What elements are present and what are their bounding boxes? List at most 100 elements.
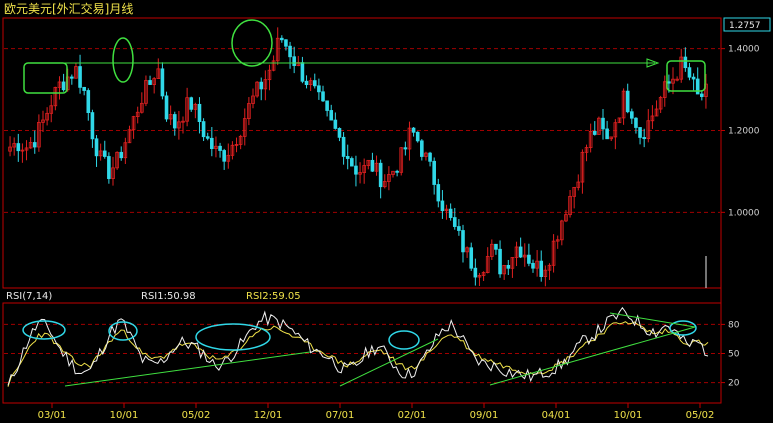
candle-body [82,86,86,91]
candle-body [415,131,420,142]
candle-body [498,248,502,275]
candle-body [642,137,646,140]
candle-body [78,66,82,88]
candle-body [329,110,334,121]
candle-body [539,260,544,277]
candle-body [634,117,638,128]
candle-body [345,156,350,159]
candle-body [432,160,436,185]
candle-body [428,152,432,162]
candle-body [333,119,338,129]
candle-body [354,165,358,175]
candle-body [325,100,329,111]
candle-body [683,56,688,69]
candle-body [337,128,342,138]
candle-body [205,136,210,139]
candle-body [218,145,222,151]
candle-body [527,254,531,264]
candle-body [172,114,177,129]
candle-body [436,184,441,202]
candle-body [321,91,325,102]
candle-body [473,267,478,278]
candle-body [494,243,498,250]
candle-body [94,138,99,157]
candle-body [370,159,375,172]
candle-body [469,247,474,269]
candle-body [304,80,309,86]
time-tick-label: 02/01 [398,410,427,421]
candle-body [317,85,321,93]
time-tick-label: 12/01 [254,410,283,421]
candle-body [440,200,445,212]
rsi1-value-label: RSI1:50.98 [141,291,196,302]
candle-body [457,226,461,231]
candle-body [160,68,165,97]
candle-body [86,90,91,113]
candle-body [605,128,609,140]
candle-body [411,127,416,133]
candle-body [90,112,95,140]
candle-body [210,137,214,150]
candle-body [288,45,292,58]
candle-body [378,162,383,188]
rsi-tick-label: 80 [728,320,740,330]
rsi2-value-label: RSI2:59.05 [246,291,301,302]
candle-body [687,67,692,78]
time-tick-label: 09/01 [470,410,499,421]
time-tick-label: 05/02 [182,410,211,421]
candle-body [395,170,399,173]
candle-body [601,117,605,130]
candle-body [119,151,124,159]
candle-body [284,39,288,47]
candle-body [32,142,37,148]
candle-body [700,93,704,97]
candle-body [691,76,696,80]
candle-body [201,121,206,138]
candle-body [592,130,597,135]
candle-body [164,95,169,120]
candle-body [280,37,284,41]
candle-body [630,111,634,119]
candle-body [452,217,457,227]
candle-body [531,262,535,269]
candle-body [16,143,21,152]
current-price-box: 1.2757 [723,17,771,32]
time-tick-label: 03/01 [38,410,67,421]
candle-body [638,127,642,138]
candle-body [222,150,226,162]
candle-body [312,80,317,87]
candle-body [350,158,354,167]
candle-body [506,264,511,269]
time-tick-label: 10/01 [614,410,643,421]
time-tick-label: 04/01 [542,410,571,421]
forex-chart: 欧元美元[外汇交易]月线 1.4000 1.2000 1.0000 1.2757 R… [0,0,773,423]
time-tick-label: 07/01 [326,410,355,421]
candle-body [518,246,523,258]
candle-body [70,76,74,79]
candle-body [61,81,66,91]
price-tick-label: 1.2000 [728,126,760,136]
candle-body [667,81,671,84]
candle-body [448,208,453,218]
rsi-tick-label: 50 [728,350,740,360]
candle-body [420,140,424,157]
candle-body [341,136,346,157]
candle-body [189,97,194,110]
rsi-tick-label: 20 [728,379,740,389]
candle-body [625,90,630,113]
price-tick-label: 1.0000 [728,208,760,218]
time-tick-label: 05/02 [686,410,715,421]
candle-body [259,81,264,90]
rsi-indicator-name: RSI(7,14) [6,291,52,302]
price-tick-label: 1.4000 [728,45,760,55]
candle-body [403,147,408,150]
candle-body [148,80,152,85]
candle-body [292,56,296,66]
chart-title: 欧元美元[外汇交易]月线 [4,1,133,16]
candle-body [107,156,111,179]
candle-body [102,150,107,157]
time-tick-label: 10/01 [110,410,139,421]
current-price-label: 1.2757 [729,21,761,31]
candle-body [461,230,465,253]
candle-body [197,103,202,122]
